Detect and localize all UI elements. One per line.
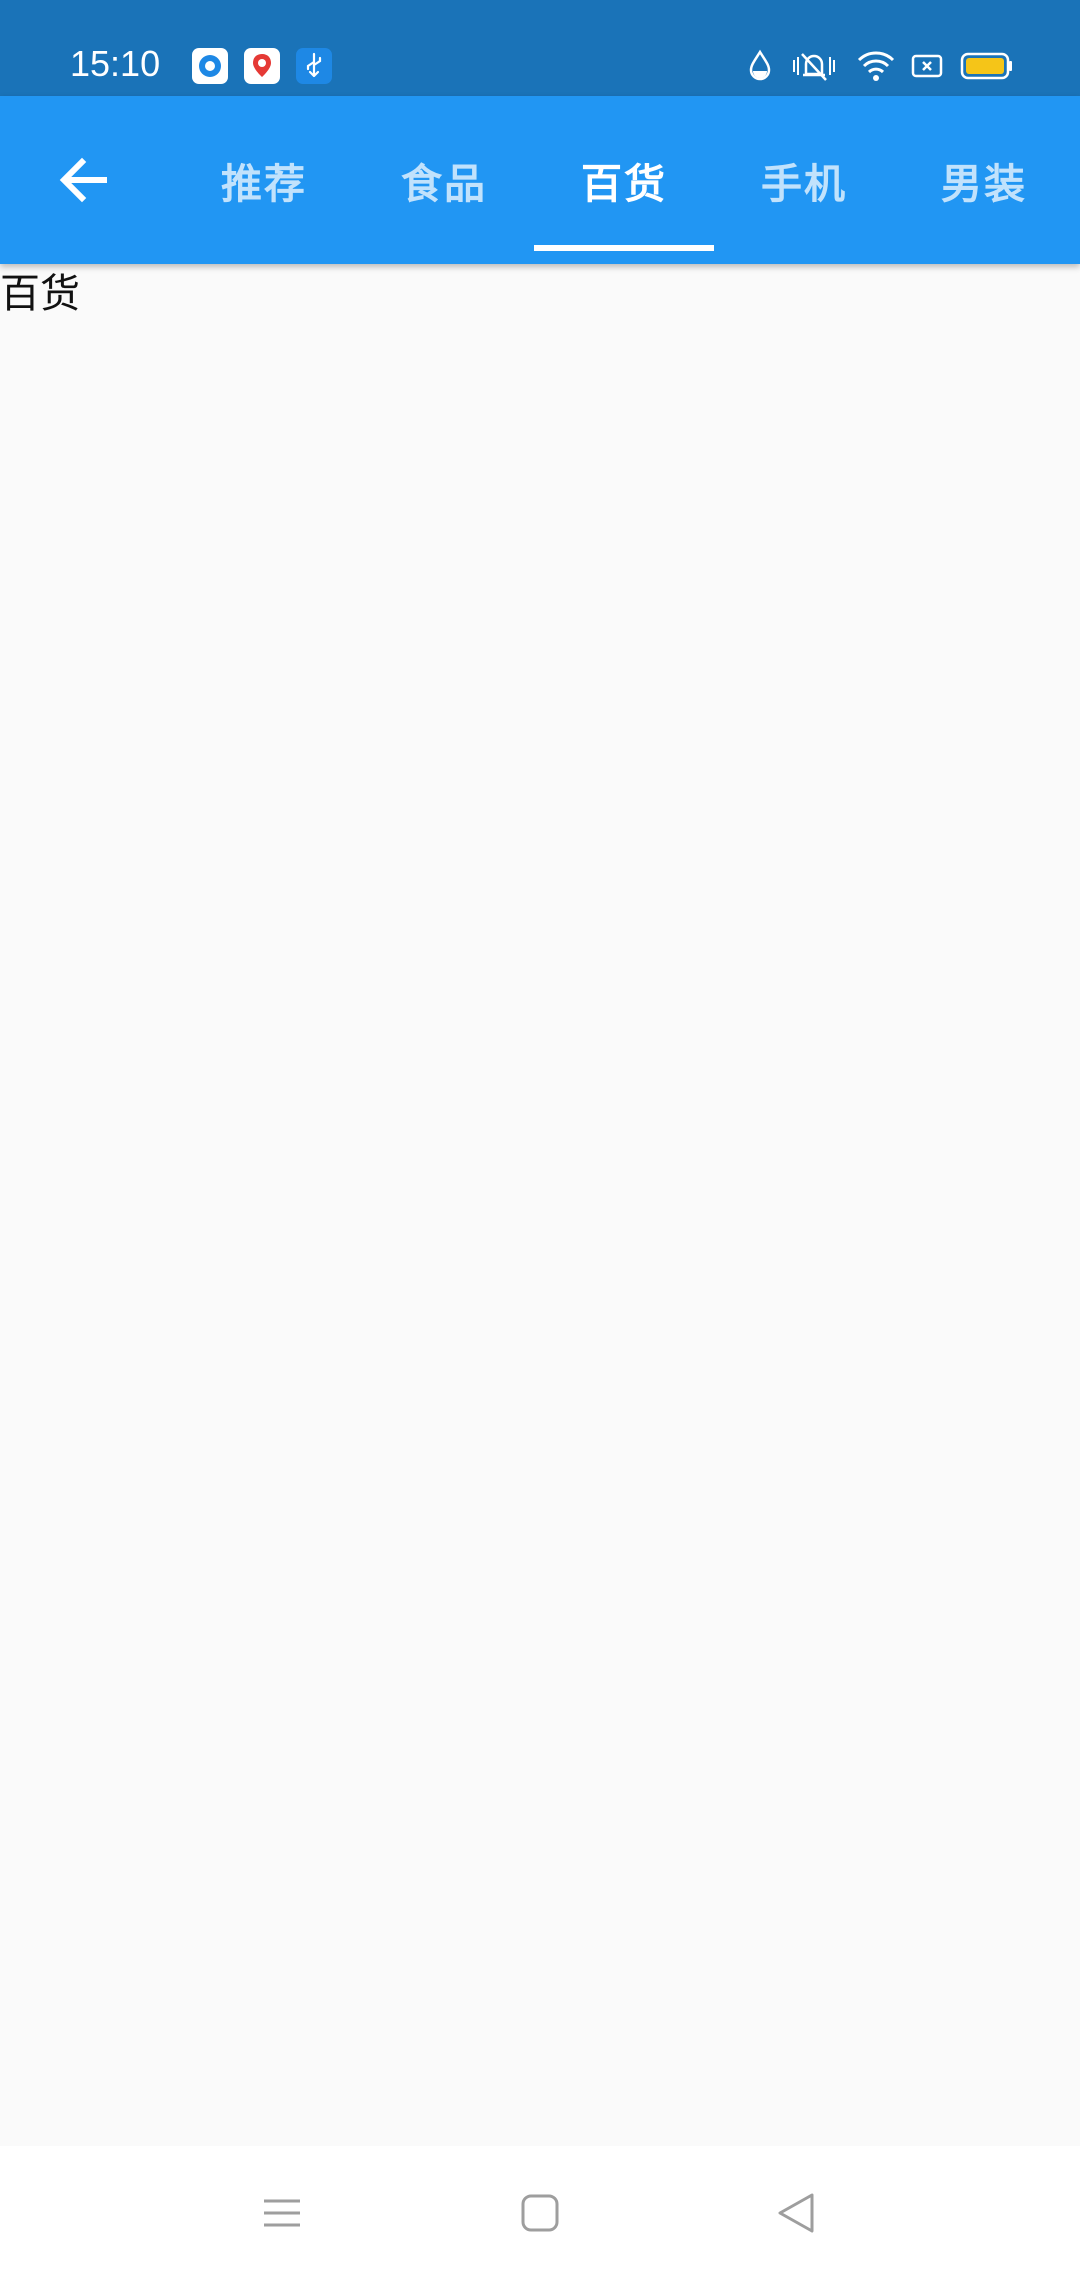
content-text: 百货 (0, 271, 80, 317)
tab-recommend[interactable]: 推荐 (174, 96, 354, 264)
arrow-left-icon (59, 157, 107, 203)
app-circle-icon (192, 48, 228, 84)
back-nav-button[interactable] (756, 2173, 836, 2253)
back-triangle-icon (778, 2193, 814, 2233)
home-square-icon (521, 2194, 559, 2232)
tab-label: 手机 (761, 160, 847, 208)
app-bar: 推荐 食品 百货 手机 男装 (0, 96, 1080, 264)
screen: 15:10 推荐 食品 百货 手机 男装 百货 (0, 0, 1080, 2280)
map-pin-icon (244, 48, 280, 84)
battery-icon (960, 48, 1014, 84)
home-button[interactable] (500, 2173, 580, 2253)
navigation-bar (0, 2146, 1080, 2280)
tab-phones[interactable]: 手机 (714, 96, 894, 264)
tab-menswear[interactable]: 男装 (894, 96, 1074, 264)
tab-indicator (534, 245, 714, 251)
vibrate-mute-icon (790, 48, 838, 84)
back-button[interactable] (50, 146, 118, 214)
menu-icon (264, 2199, 300, 2227)
tab-content: 百货 (0, 264, 1080, 2146)
tab-label: 百货 (581, 160, 667, 208)
tab-label: 食品 (401, 160, 487, 208)
recent-apps-button[interactable] (242, 2173, 322, 2253)
status-time: 15:10 (70, 43, 161, 84)
tab-food[interactable]: 食品 (354, 96, 534, 264)
wifi-icon (856, 48, 896, 84)
water-drop-icon (744, 48, 776, 84)
usb-icon (296, 48, 332, 84)
tab-general-merchandise[interactable]: 百货 (534, 96, 714, 264)
tab-label: 推荐 (221, 160, 307, 208)
status-bar: 15:10 (0, 0, 1080, 96)
sim-x-icon (910, 48, 944, 84)
tab-label: 男装 (941, 160, 1027, 208)
